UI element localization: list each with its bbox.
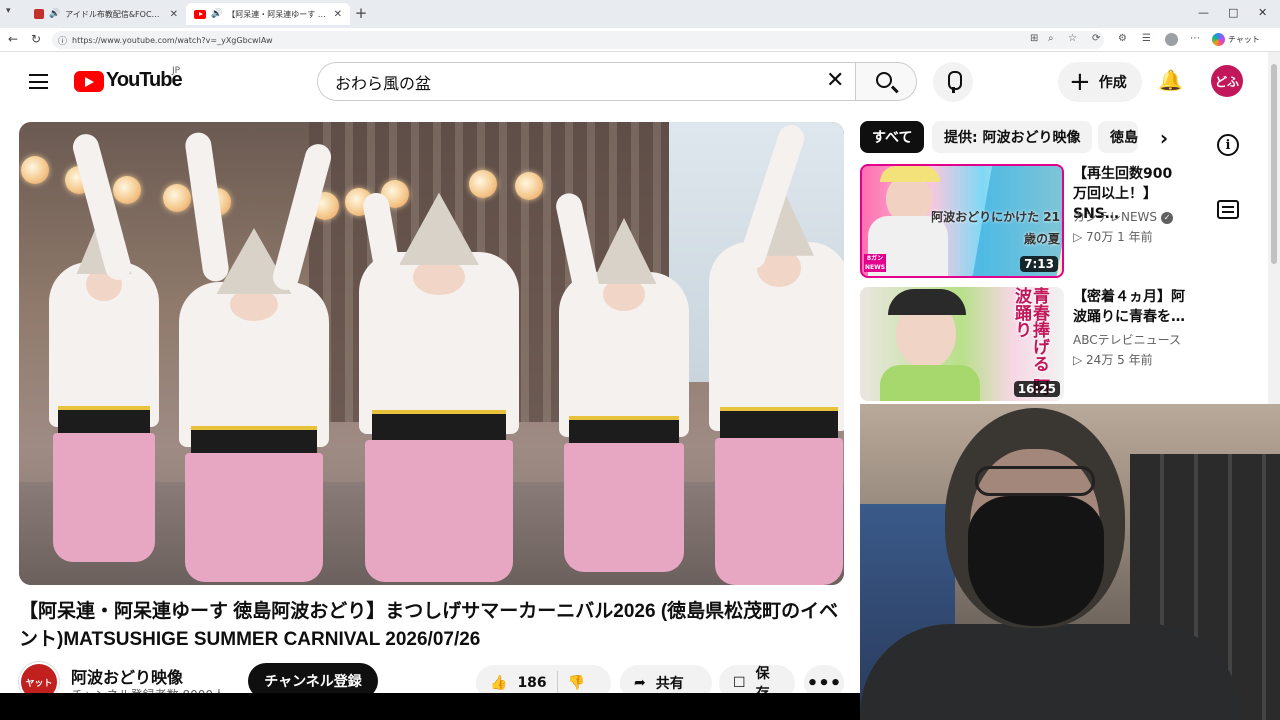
duration-badge: 7:13: [1020, 256, 1058, 272]
person-body: [860, 624, 1240, 720]
profile-icon[interactable]: [1165, 33, 1178, 46]
person-face-mask: [968, 496, 1104, 626]
speaker-icon[interactable]: 🔊: [211, 9, 222, 19]
maximize-button[interactable]: □: [1228, 6, 1238, 19]
related-filter-chips: すべて 提供: 阿波おどり映像 徳島: [860, 121, 1180, 153]
chevron-right-icon[interactable]: ›: [1152, 126, 1176, 150]
recommendation-item[interactable]: 阿波おどりにかけた 21歳の夏 8ガン NEWS 7:13 【再生回数900万回…: [860, 164, 1174, 278]
more-menu-icon[interactable]: ⋯: [1190, 33, 1200, 44]
scrollbar-thumb[interactable]: [1271, 64, 1277, 264]
recommendation-meta: ▷ 24万 5 年前: [1073, 353, 1153, 367]
like-count[interactable]: 186: [517, 675, 546, 691]
share-arrow-icon: ➦: [634, 675, 646, 691]
youtube-favicon-icon: [194, 9, 206, 19]
account-avatar[interactable]: どふ: [1211, 65, 1243, 97]
menu-hamburger-icon[interactable]: [29, 74, 48, 89]
recommendation-thumbnail[interactable]: 阿波おどりにかけた 21歳の夏 8ガン NEWS 7:13: [860, 164, 1064, 278]
search-input[interactable]: おわら風の盆: [317, 62, 855, 101]
dancer: [49, 208, 159, 562]
tab-title: アイドル布教配信&FOCKニュース: [65, 9, 165, 19]
url-field[interactable]: ⓘ https://www.youtube.com/watch?v=_yXgGb…: [52, 31, 1104, 49]
notifications-bell-icon[interactable]: 🔔: [1158, 68, 1183, 92]
voice-search-mic-icon[interactable]: [933, 62, 973, 102]
region-label: JP: [172, 66, 181, 76]
webcam-overlay: [860, 404, 1280, 720]
browser-tab-1[interactable]: 🔊 アイドル布教配信&FOCKニュース ✕: [26, 3, 186, 25]
lantern: [163, 184, 191, 212]
copilot-icon[interactable]: [1212, 33, 1225, 46]
favorite-star-icon[interactable]: ☆: [1068, 33, 1077, 44]
thumbnail-caption: 阿波おどりにかけた 21歳の夏: [931, 210, 1060, 246]
chat-label[interactable]: チャット: [1228, 34, 1260, 45]
extensions-icon[interactable]: ⚙: [1118, 33, 1127, 44]
favorites-icon[interactable]: ☰: [1142, 33, 1151, 44]
dancer: [179, 228, 329, 582]
video-player[interactable]: [19, 122, 844, 585]
youtube-logo-icon[interactable]: [74, 71, 104, 92]
refresh-extension-icon[interactable]: ⟳: [1092, 33, 1100, 44]
save-playlist-icon: ☐: [733, 675, 746, 691]
duration-badge: 16:25: [1013, 381, 1060, 397]
recommendation-meta: ▷ 70万 1 年前: [1073, 230, 1153, 244]
more-dots-icon: •••: [806, 672, 842, 694]
plus-icon: +: [1069, 67, 1091, 97]
thumbs-down-icon[interactable]: 👎: [568, 675, 585, 691]
create-button[interactable]: + 作成: [1058, 62, 1142, 102]
close-window-button[interactable]: ✕: [1258, 6, 1267, 19]
minimize-button[interactable]: —: [1198, 6, 1209, 19]
recommendation-channel-name: カンテレNEWS: [1073, 210, 1158, 224]
search-query: おわら風の盆: [335, 73, 432, 93]
like-divider: [556, 671, 558, 695]
black-bottom-bar: [0, 693, 860, 720]
recommendation-channel[interactable]: ABCテレビニュース: [1073, 331, 1181, 348]
browser-tab-bar: ▾ 🔊 アイドル布教配信&FOCKニュース ✕ 🔊 【阿呆連・阿呆連ゆーす 徳島…: [0, 0, 1280, 28]
tab-favicon-icon: [34, 9, 44, 19]
recommendation-thumbnail[interactable]: 青春捧げる 阿波踊り 16:25: [860, 287, 1064, 401]
back-arrow-icon[interactable]: ←: [8, 32, 18, 46]
site-info-icon[interactable]: ⓘ: [58, 34, 67, 47]
youtube-header: YouTube JP おわら風の盆 ✕ + 作成 🔔 どふ: [0, 52, 1268, 110]
share-label: 共有: [655, 676, 684, 692]
address-bar-row: ← ↻ ⓘ https://www.youtube.com/watch?v=_y…: [0, 28, 1280, 52]
close-tab-icon[interactable]: ✕: [170, 9, 178, 20]
speaker-icon[interactable]: 🔊: [49, 9, 60, 19]
tab-title: 【阿呆連・阿呆連ゆーす 徳島阿波: [227, 9, 328, 19]
chat-comment-icon[interactable]: [1214, 195, 1242, 223]
lantern: [113, 176, 141, 204]
channel-name[interactable]: 阿波おどり映像: [71, 664, 183, 688]
search-button[interactable]: [855, 62, 917, 101]
close-tab-icon[interactable]: ✕: [334, 9, 342, 20]
dancer-arm: [70, 131, 134, 283]
dancer: [709, 180, 844, 585]
news-badge: 8ガン NEWS: [864, 254, 886, 272]
tab-list-icon[interactable]: ▾: [6, 6, 11, 16]
chip-all[interactable]: すべて: [860, 121, 925, 153]
verified-check-icon: ✓: [1161, 211, 1174, 224]
person-glasses: [975, 466, 1095, 496]
browser-tab-2[interactable]: 🔊 【阿呆連・阿呆連ゆーす 徳島阿波 ✕: [186, 3, 350, 25]
youtube-wordmark[interactable]: YouTube: [106, 69, 183, 92]
video-title: 【阿呆連・阿呆連ゆーす 徳島阿波おどり】まつしげサマーカーニバル2026 (徳島…: [19, 601, 839, 650]
recommendation-title[interactable]: 【密着４ヵ月】阿波踊りに青春を…: [1073, 287, 1185, 327]
create-label: 作成: [1098, 75, 1127, 91]
lantern: [21, 156, 49, 184]
thumbs-up-icon[interactable]: 👍: [490, 675, 507, 691]
info-icon[interactable]: i: [1214, 131, 1242, 159]
app-available-icon[interactable]: ⊞: [1030, 33, 1038, 44]
search-icon: [876, 72, 892, 88]
lantern: [515, 172, 543, 200]
recommendation-channel[interactable]: カンテレNEWS ✓: [1073, 208, 1174, 225]
lantern: [469, 170, 497, 198]
url-text: https://www.youtube.com/watch?v=_yXgGbcw…: [72, 35, 273, 45]
reload-icon[interactable]: ↻: [31, 32, 41, 46]
recommendation-item[interactable]: 青春捧げる 阿波踊り 16:25 【密着４ヵ月】阿波踊りに青春を… ABCテレビ…: [860, 287, 1185, 401]
zoom-icon[interactable]: ⌕: [1048, 33, 1054, 44]
chip-from-channel[interactable]: 提供: 阿波おどり映像: [932, 121, 1093, 153]
clear-search-icon[interactable]: ✕: [826, 68, 844, 93]
chip-tokushima[interactable]: 徳島: [1098, 121, 1138, 153]
new-tab-button[interactable]: +: [352, 4, 370, 22]
